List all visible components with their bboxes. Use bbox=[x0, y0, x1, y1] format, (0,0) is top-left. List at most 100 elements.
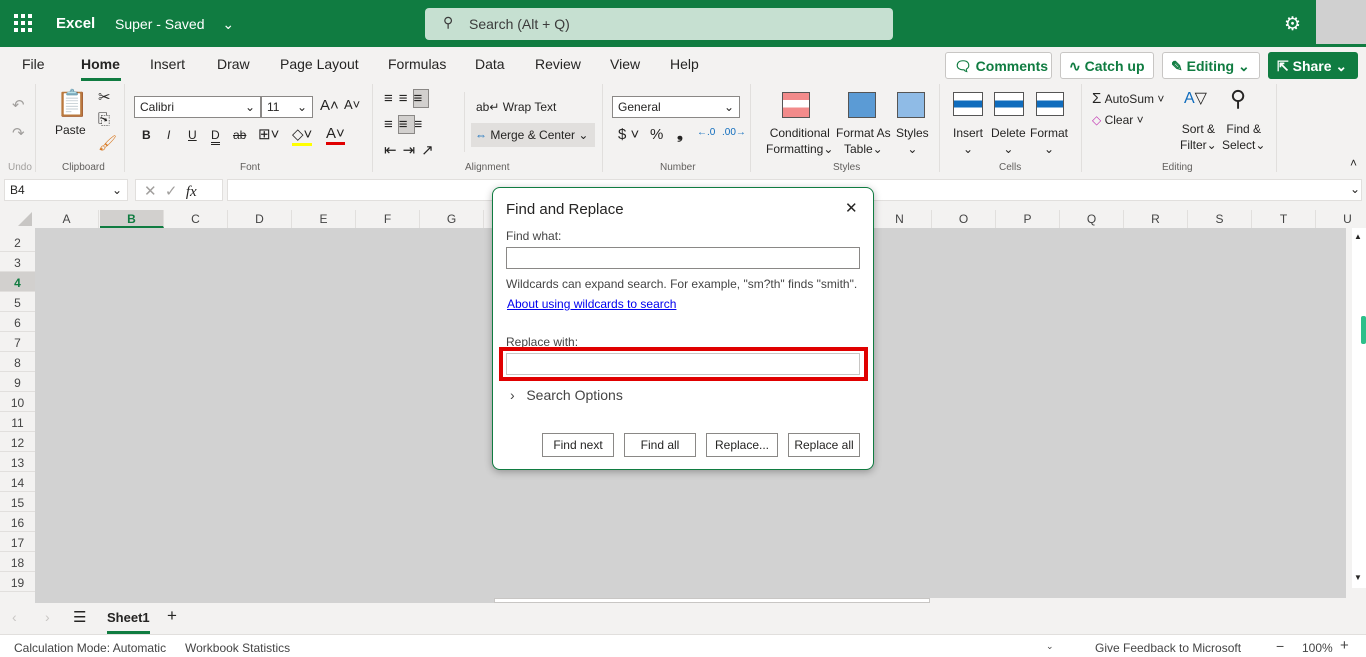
undo-icon[interactable]: ↶ bbox=[12, 96, 25, 114]
conditional-formatting-button[interactable]: Conditional Formatting⌄ bbox=[766, 125, 833, 157]
row-header-13[interactable]: 13 bbox=[0, 452, 35, 472]
copy-icon[interactable]: ⎘ bbox=[98, 111, 110, 128]
scroll-up-icon[interactable]: ▲ bbox=[1354, 232, 1362, 241]
clear-button[interactable]: ◇ Clear ˅ bbox=[1092, 113, 1144, 127]
column-header-n[interactable]: N bbox=[868, 210, 932, 228]
app-name[interactable]: Excel bbox=[56, 15, 95, 32]
column-header-q[interactable]: Q bbox=[1060, 210, 1124, 228]
column-header-o[interactable]: O bbox=[932, 210, 996, 228]
settings-gear-icon[interactable]: ⚙ bbox=[1284, 13, 1301, 36]
autosum-button[interactable]: Σ AutoSum ˅ bbox=[1092, 90, 1164, 107]
find-select-icon[interactable]: ⚲ bbox=[1230, 86, 1246, 112]
column-header-a[interactable]: A bbox=[35, 210, 99, 228]
find-what-input[interactable] bbox=[506, 247, 860, 269]
italic-button[interactable]: I bbox=[167, 128, 170, 142]
bold-button[interactable]: B bbox=[142, 128, 151, 142]
underline-button[interactable]: U bbox=[188, 128, 197, 142]
select-all-icon[interactable] bbox=[18, 212, 32, 226]
format-cells-icon[interactable] bbox=[1036, 92, 1064, 116]
column-header-f[interactable]: F bbox=[356, 210, 420, 228]
decrease-decimal-icon[interactable]: .00→ bbox=[722, 127, 746, 138]
avatar[interactable] bbox=[1316, 0, 1366, 44]
column-header-t[interactable]: T bbox=[1252, 210, 1316, 228]
tab-formulas[interactable]: Formulas bbox=[388, 56, 446, 72]
zoom-out-icon[interactable]: − bbox=[1276, 638, 1284, 654]
tab-home[interactable]: Home bbox=[81, 56, 120, 72]
tab-review[interactable]: Review bbox=[535, 56, 581, 72]
conditional-formatting-icon[interactable] bbox=[782, 92, 810, 118]
next-sheet-icon[interactable]: › bbox=[45, 609, 50, 625]
merge-center-button[interactable]: ⇔ Merge & Center ⌄ bbox=[471, 123, 595, 147]
feedback-link[interactable]: Give Feedback to Microsoft bbox=[1095, 641, 1241, 655]
column-header-g[interactable]: G bbox=[420, 210, 484, 228]
find-next-button[interactable]: Find next bbox=[542, 433, 614, 457]
expand-formula-icon[interactable]: ⌄ bbox=[1350, 182, 1360, 196]
font-size-select[interactable]: 11 ⌄ bbox=[261, 96, 313, 118]
delete-button[interactable]: Delete ⌄ bbox=[991, 125, 1026, 157]
row-header-19[interactable]: 19 bbox=[0, 572, 35, 592]
column-header-u[interactable]: U bbox=[1316, 210, 1366, 228]
sort-filter-button[interactable]: Sort & Filter⌄ bbox=[1180, 121, 1217, 153]
row-header-7[interactable]: 7 bbox=[0, 332, 35, 352]
row-header-15[interactable]: 15 bbox=[0, 492, 35, 512]
cell-styles-icon[interactable] bbox=[897, 92, 925, 118]
chevron-down-icon[interactable]: ⌄ bbox=[1046, 641, 1054, 652]
row-header-3[interactable]: 3 bbox=[0, 252, 35, 272]
alignment-icons[interactable]: ≡≡≡ ≡≡≡ ⇤⇥↗ bbox=[384, 86, 440, 164]
row-header-16[interactable]: 16 bbox=[0, 512, 35, 532]
paste-icon[interactable]: 📋 bbox=[56, 88, 88, 119]
row-header-8[interactable]: 8 bbox=[0, 352, 35, 372]
zoom-level[interactable]: 100% bbox=[1302, 641, 1333, 655]
row-header-6[interactable]: 6 bbox=[0, 312, 35, 332]
insert-cells-icon[interactable] bbox=[953, 92, 983, 116]
row-header-5[interactable]: 5 bbox=[0, 292, 35, 312]
replace-all-button[interactable]: Replace all bbox=[788, 433, 860, 457]
column-header-p[interactable]: P bbox=[996, 210, 1060, 228]
share-button[interactable]: ⇱ Share ⌄ bbox=[1268, 52, 1358, 79]
sheet-tab[interactable]: Sheet1 bbox=[107, 610, 150, 634]
search-box[interactable]: ⚲ Search (Alt + Q) bbox=[425, 8, 893, 40]
row-header-2[interactable]: 2 bbox=[0, 232, 35, 252]
column-header-b[interactable]: B bbox=[100, 210, 164, 228]
add-sheet-icon[interactable]: + bbox=[167, 606, 177, 626]
column-header-r[interactable]: R bbox=[1124, 210, 1188, 228]
document-name[interactable]: Super - Saved ⌄ bbox=[115, 16, 234, 33]
format-painter-icon[interactable]: 🖌 bbox=[98, 134, 117, 152]
tab-page-layout[interactable]: Page Layout bbox=[280, 56, 359, 72]
increase-decimal-icon[interactable]: ←.0 bbox=[697, 127, 715, 138]
tab-help[interactable]: Help bbox=[670, 56, 699, 72]
horizontal-scrollbar[interactable] bbox=[494, 598, 930, 603]
currency-button[interactable]: $ ˅ bbox=[618, 126, 639, 143]
wrap-text-button[interactable]: ab↵ Wrap Text bbox=[476, 100, 556, 114]
prev-sheet-icon[interactable]: ‹ bbox=[12, 609, 17, 625]
row-header-10[interactable]: 10 bbox=[0, 392, 35, 412]
cut-icon[interactable]: ✂ bbox=[98, 88, 111, 106]
close-icon[interactable]: ✕ bbox=[845, 199, 858, 217]
cell-styles-button[interactable]: Styles ⌄ bbox=[896, 125, 929, 157]
cancel-icon[interactable]: ✕ bbox=[144, 183, 157, 200]
tab-view[interactable]: View bbox=[610, 56, 640, 72]
zoom-in-icon[interactable]: + bbox=[1340, 637, 1349, 654]
fill-color-icon[interactable]: ◇˅ bbox=[292, 125, 313, 146]
calculation-mode[interactable]: Calculation Mode: Automatic bbox=[14, 641, 166, 655]
row-header-17[interactable]: 17 bbox=[0, 532, 35, 552]
scroll-thumb[interactable] bbox=[1361, 316, 1366, 344]
borders-icon[interactable]: ⊞˅ bbox=[258, 125, 279, 143]
row-header-14[interactable]: 14 bbox=[0, 472, 35, 492]
format-as-table-icon[interactable] bbox=[848, 92, 876, 118]
wildcards-help-link[interactable]: About using wildcards to search bbox=[507, 297, 676, 311]
font-family-select[interactable]: Calibri ⌄ bbox=[134, 96, 261, 118]
grow-font-icon[interactable]: A˄ bbox=[320, 97, 339, 114]
name-box[interactable]: B4 ⌄ bbox=[4, 179, 128, 201]
all-sheets-icon[interactable]: ☰ bbox=[73, 608, 86, 626]
find-all-button[interactable]: Find all bbox=[624, 433, 696, 457]
comma-button[interactable]: ❟ bbox=[677, 126, 683, 143]
font-color-icon[interactable]: A˅ bbox=[326, 125, 345, 145]
comments-button[interactable]: 🗨 Comments bbox=[945, 52, 1052, 79]
double-underline-button[interactable]: D bbox=[211, 128, 220, 145]
collapse-ribbon-icon[interactable]: ˄ bbox=[1350, 156, 1357, 170]
column-header-s[interactable]: S bbox=[1188, 210, 1252, 228]
orientation-icon[interactable]: ↗ bbox=[421, 142, 440, 159]
enter-icon[interactable]: ✓ bbox=[165, 183, 178, 200]
delete-cells-icon[interactable] bbox=[994, 92, 1024, 116]
